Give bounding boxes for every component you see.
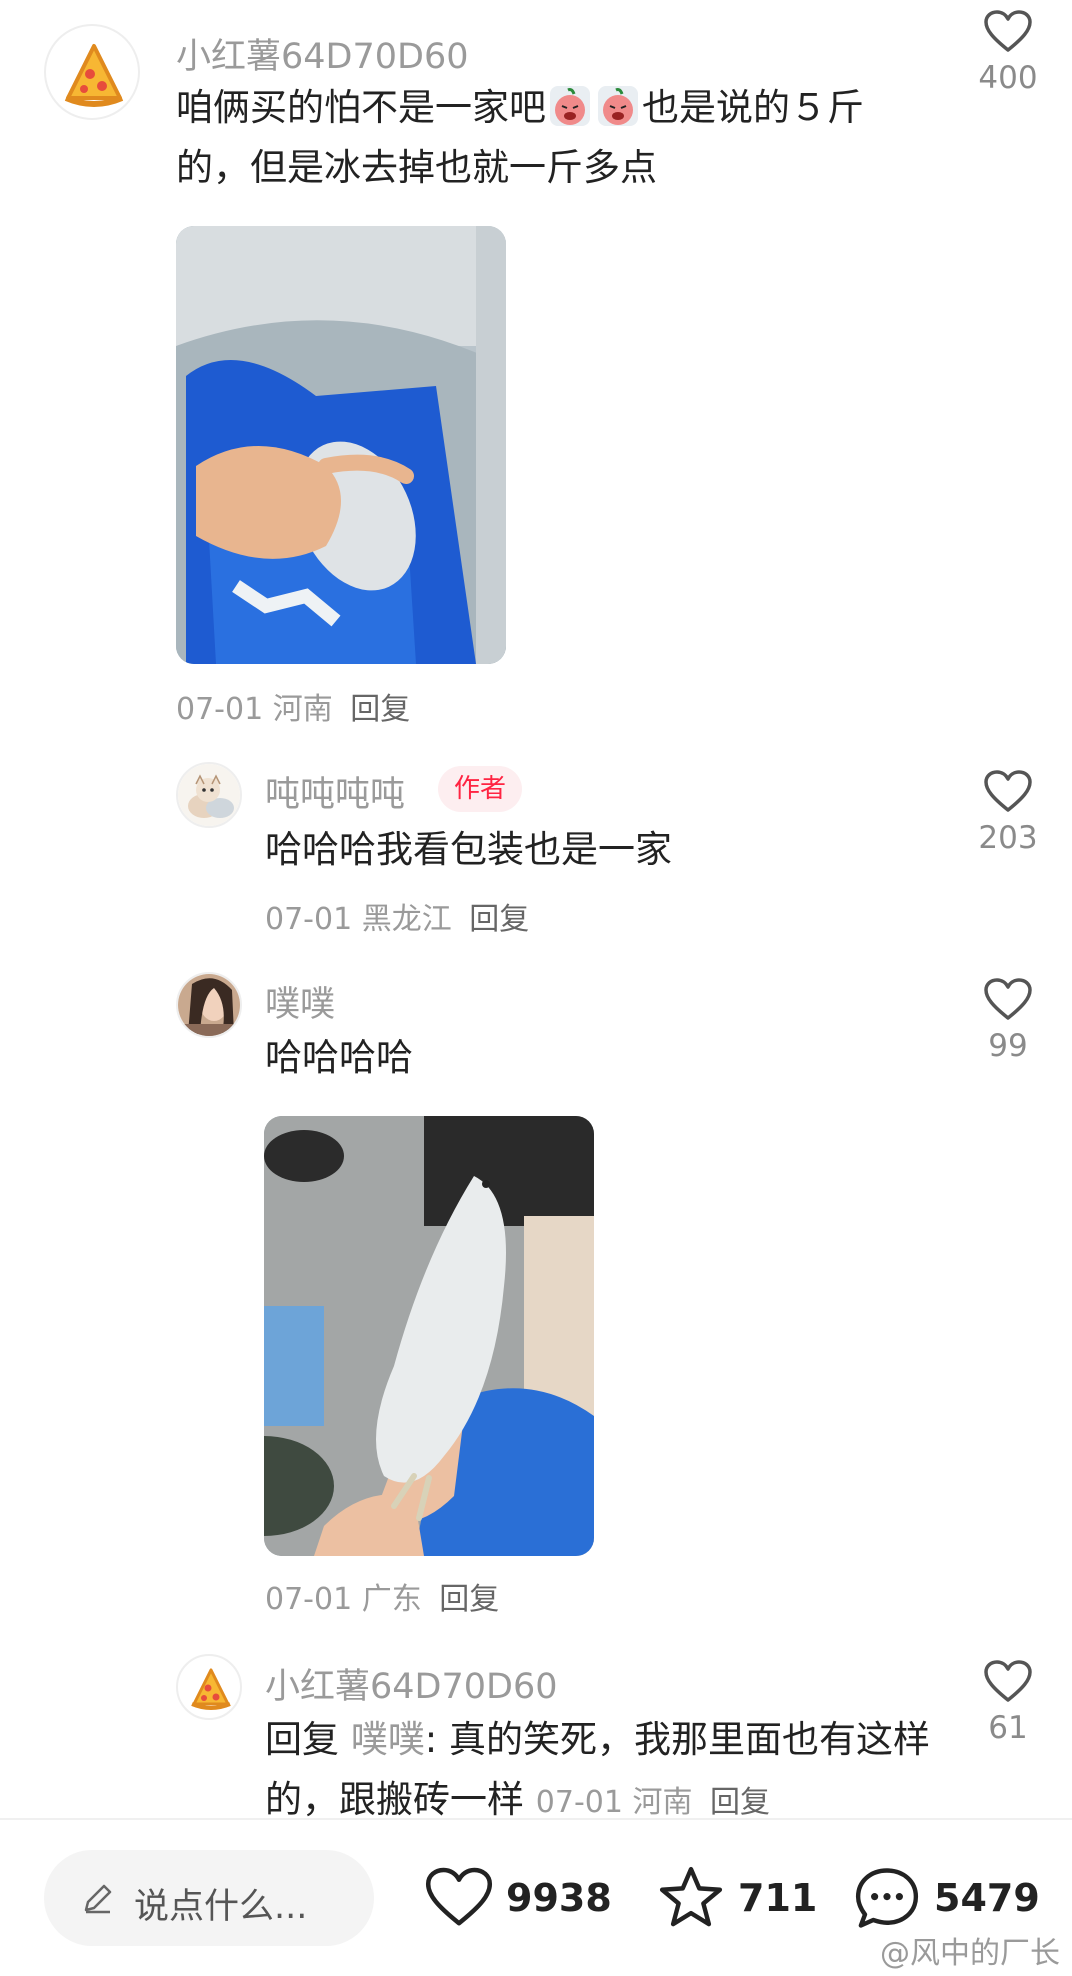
- like-count: 203: [978, 820, 1038, 856]
- avatar[interactable]: [44, 24, 140, 120]
- cartoon-avatar-icon: [178, 764, 240, 826]
- chat-bubble-icon: [855, 1868, 919, 1928]
- squid-in-box-photo: [176, 226, 506, 664]
- heart-icon: [984, 770, 1032, 812]
- like-post-button[interactable]: 9938: [424, 1850, 612, 1946]
- watermark: @风中的厂长: [880, 1936, 1060, 1971]
- like-button[interactable]: 99: [953, 978, 1063, 1064]
- crying-emoji-icon: [596, 84, 640, 128]
- comment-date: 07-01: [176, 692, 264, 727]
- like-count: 99: [988, 1028, 1028, 1064]
- comment-meta: 07-01 广东 回复: [265, 1574, 499, 1618]
- comment-meta: 07-01 黑龙江 回复: [265, 894, 529, 938]
- pencil-icon: [84, 1884, 112, 1914]
- comment-text-head: 咱俩买的怕不是一家吧: [176, 86, 546, 129]
- comment-region: 黑龙江: [361, 902, 452, 937]
- comment-text: 哈哈哈我看包装也是一家: [265, 828, 672, 871]
- bottom-action-bar: 说点什么... 9938 711 5479 @风中的厂长: [0, 1818, 1072, 1976]
- star-icon: [659, 1866, 723, 1927]
- favorite-count: 711: [738, 1876, 818, 1920]
- avatar[interactable]: [176, 1654, 242, 1720]
- avatar[interactable]: [176, 972, 242, 1038]
- comment-region: 河南: [272, 692, 333, 727]
- crying-emoji-icon: [548, 84, 592, 128]
- comment-meta: 07-01 河南 回复: [176, 684, 410, 728]
- pizza-icon: [191, 1668, 231, 1710]
- comment-date: 07-01: [265, 1582, 353, 1617]
- comment-text: 回复 噗噗: 真的笑死，我那里面也有这样的，跟搬砖一样 07-01 河南 回复: [265, 1710, 945, 1833]
- reply-button[interactable]: 回复: [350, 692, 410, 727]
- comment-text: 哈哈哈哈: [265, 1036, 413, 1079]
- heart-icon: [984, 10, 1032, 52]
- comment-date: 07-01: [265, 902, 353, 937]
- like-count: 400: [978, 60, 1038, 96]
- comment-username[interactable]: 噗噗: [265, 976, 335, 1027]
- comment-input[interactable]: 说点什么...: [44, 1850, 374, 1946]
- comment-username[interactable]: 小红薯64D70D60: [176, 28, 469, 79]
- squid-in-hand-photo: [264, 1116, 594, 1556]
- comment-text: 咱俩买的怕不是一家吧 也是说的５斤的，但是冰去掉也就一斤多点: [176, 78, 916, 198]
- author-badge: 作者: [438, 766, 523, 812]
- reply-button[interactable]: 回复: [469, 902, 529, 937]
- user-photo-avatar-icon: [178, 974, 240, 1036]
- comment-input-placeholder: 说点什么...: [134, 1887, 308, 1927]
- favorite-button[interactable]: 711: [656, 1850, 817, 1946]
- reply-button[interactable]: 回复: [439, 1582, 499, 1617]
- pizza-icon: [64, 44, 124, 107]
- comment-photo[interactable]: [176, 226, 506, 664]
- like-button[interactable]: 61: [953, 1660, 1063, 1746]
- like-count: 61: [988, 1710, 1028, 1746]
- heart-icon: [984, 1660, 1032, 1702]
- reply-button[interactable]: 回复: [710, 1785, 770, 1820]
- comment-photo[interactable]: [264, 1116, 594, 1556]
- comment-region: 广东: [361, 1582, 422, 1617]
- like-button[interactable]: 203: [953, 770, 1063, 856]
- comment-meta: 07-01 河南 回复: [536, 1785, 770, 1820]
- heart-icon: [984, 978, 1032, 1020]
- like-post-count: 9938: [506, 1876, 612, 1920]
- heart-icon: [425, 1867, 493, 1926]
- mention-user[interactable]: 噗噗: [351, 1718, 425, 1761]
- avatar[interactable]: [176, 762, 242, 828]
- comment-region: 河南: [632, 1785, 693, 1820]
- comments-count: 5479: [934, 1876, 1040, 1920]
- comment-username[interactable]: 小红薯64D70D60: [265, 1658, 558, 1709]
- comment-date: 07-01: [535, 1785, 623, 1820]
- reply-prefix: 回复: [265, 1718, 339, 1761]
- comment-username[interactable]: 吨吨吨吨: [265, 766, 405, 817]
- like-button[interactable]: 400: [953, 10, 1063, 96]
